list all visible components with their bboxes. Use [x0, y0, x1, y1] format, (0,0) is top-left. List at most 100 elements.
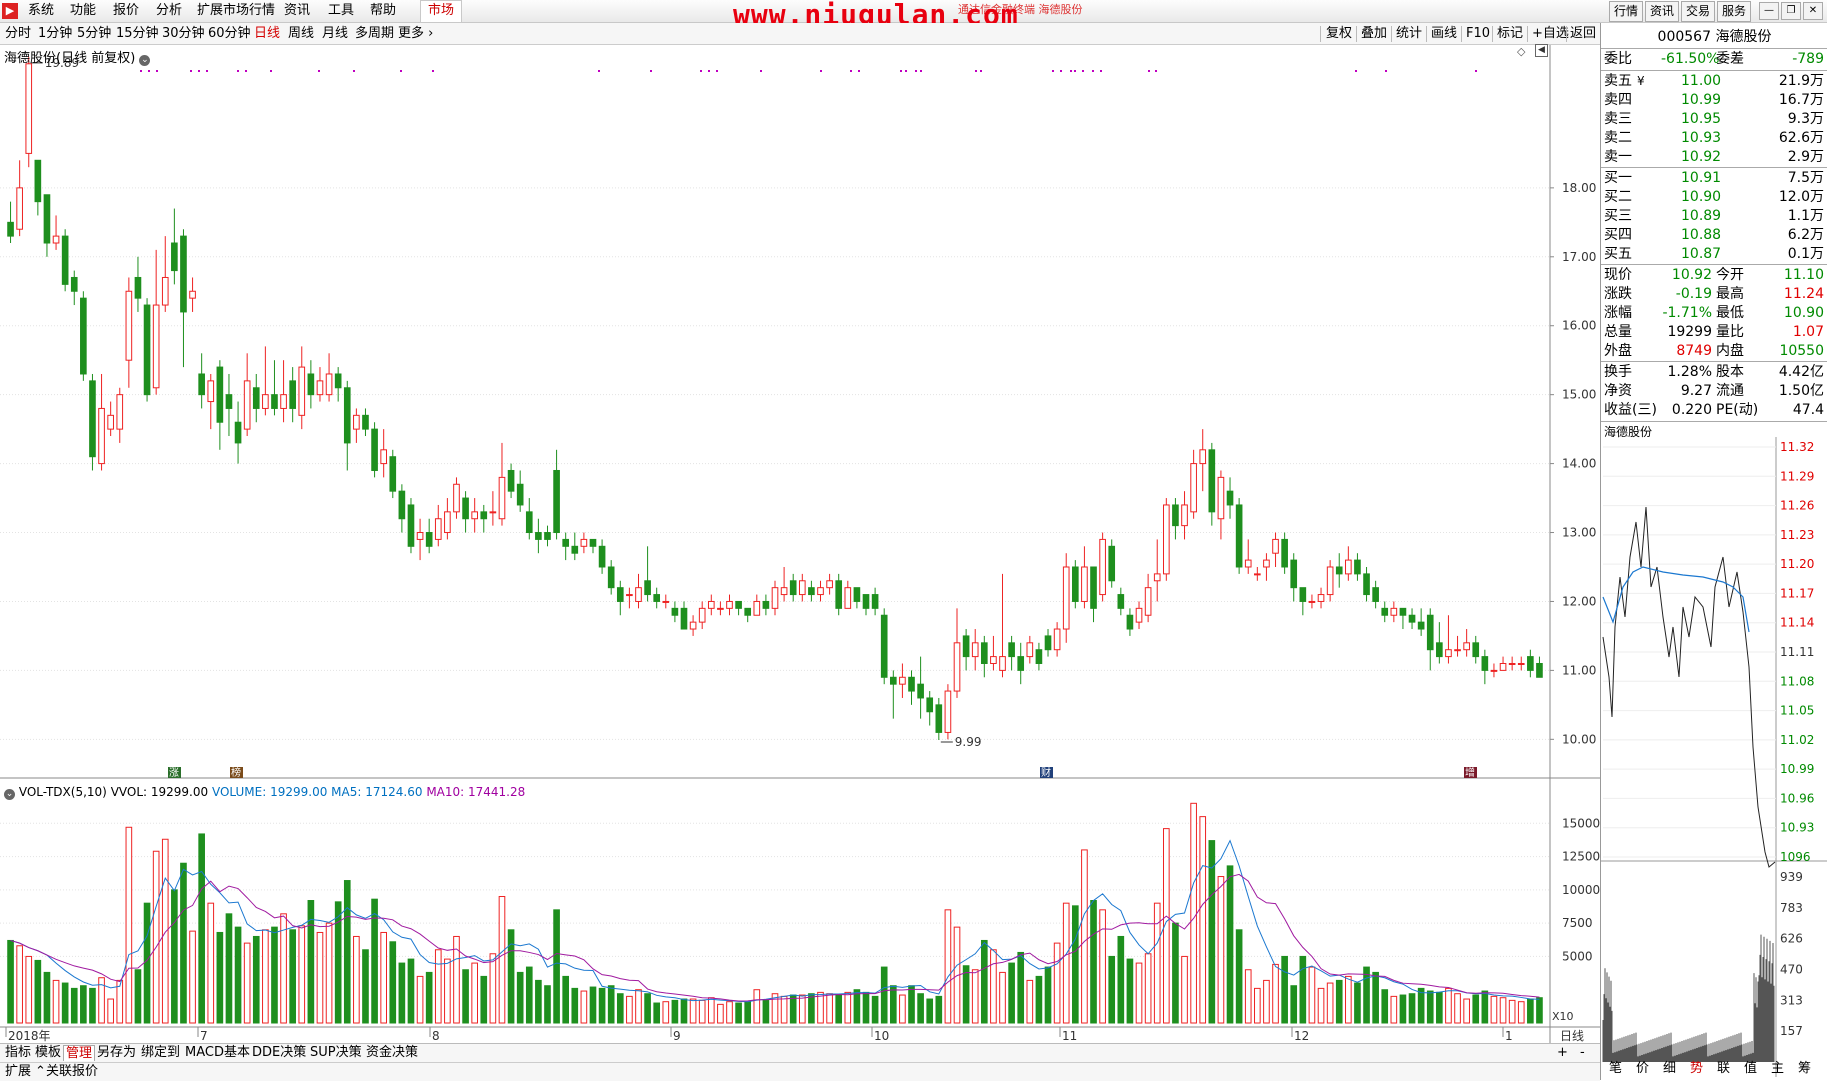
- volume-bar[interactable]: [735, 1002, 742, 1024]
- volume-bar[interactable]: [1317, 987, 1325, 1024]
- volume-bar[interactable]: [1354, 982, 1361, 1024]
- volume-bar[interactable]: [1244, 969, 1252, 1024]
- candle[interactable]: [316, 380, 324, 396]
- ask-row[interactable]: 卖二 10.93 62.6万: [1601, 129, 1827, 148]
- tool-stats[interactable]: 统计: [1396, 26, 1422, 41]
- volume-bar[interactable]: [434, 949, 442, 1024]
- volume-bar[interactable]: [61, 982, 69, 1024]
- candle[interactable]: [862, 594, 870, 609]
- volume-bar[interactable]: [198, 833, 205, 1024]
- volume-bar[interactable]: [753, 989, 761, 1024]
- candle[interactable]: [425, 532, 433, 547]
- volume-bar[interactable]: [1035, 975, 1043, 1024]
- volume-bar[interactable]: [1044, 966, 1052, 1024]
- volume-bar[interactable]: [680, 998, 688, 1024]
- volume-bar[interactable]: [389, 941, 397, 1024]
- vol-indicator-name[interactable]: VOL-TDX(5,10): [19, 785, 107, 799]
- candle[interactable]: [152, 304, 160, 389]
- candle[interactable]: [899, 676, 906, 685]
- panel-button[interactable]: 联: [1717, 1061, 1730, 1077]
- volume-bar[interactable]: [589, 986, 597, 1024]
- candle[interactable]: [262, 394, 269, 409]
- period-weekly[interactable]: 周线: [288, 26, 314, 41]
- candle[interactable]: [234, 421, 242, 444]
- candle[interactable]: [999, 656, 1006, 671]
- candle[interactable]: [1363, 573, 1370, 596]
- volume-bar[interactable]: [789, 994, 797, 1024]
- candle[interactable]: [808, 587, 815, 596]
- volume-bar[interactable]: [835, 994, 843, 1024]
- menu-extended-market[interactable]: 扩展市场行情: [197, 3, 275, 19]
- volume-bar[interactable]: [726, 1001, 733, 1024]
- volume-bar[interactable]: [535, 979, 542, 1024]
- tab-fund[interactable]: 资金决策: [364, 1045, 420, 1060]
- volume-bar[interactable]: [1299, 955, 1307, 1024]
- volume-bar[interactable]: [307, 900, 315, 1024]
- volume-bar[interactable]: [1290, 985, 1298, 1024]
- period-30min[interactable]: 30分钟: [162, 26, 205, 41]
- volume-bar[interactable]: [1117, 935, 1125, 1024]
- candle[interactable]: [353, 414, 360, 430]
- candle[interactable]: [1536, 662, 1543, 678]
- volume-bar[interactable]: [762, 999, 770, 1024]
- volume-bar[interactable]: [1017, 951, 1025, 1024]
- volume-bar[interactable]: [1199, 816, 1207, 1024]
- volume-bar[interactable]: [1436, 991, 1443, 1024]
- candle[interactable]: [1390, 607, 1398, 616]
- volume-bar[interactable]: [416, 975, 424, 1024]
- volume-bar[interactable]: [1381, 989, 1389, 1024]
- volume-bar[interactable]: [1099, 909, 1106, 1024]
- candle[interactable]: [962, 635, 970, 658]
- volume-bar[interactable]: [1363, 966, 1370, 1024]
- tool-add-watchlist[interactable]: +自选: [1532, 26, 1569, 41]
- menu-analysis[interactable]: 分析: [156, 3, 182, 19]
- volume-bar[interactable]: [125, 826, 133, 1024]
- candle[interactable]: [1254, 573, 1261, 576]
- volume-bar[interactable]: [225, 913, 233, 1024]
- volume-bar[interactable]: [25, 955, 33, 1024]
- candle[interactable]: [1108, 545, 1116, 582]
- menu-function[interactable]: 功能: [70, 3, 96, 19]
- volume-bar[interactable]: [16, 945, 23, 1024]
- candle[interactable]: [143, 304, 151, 396]
- volume-bar[interactable]: [89, 987, 96, 1024]
- volume-bar[interactable]: [853, 989, 861, 1024]
- volume-bar[interactable]: [544, 985, 551, 1024]
- volume-bar[interactable]: [626, 995, 633, 1024]
- candle[interactable]: [780, 587, 788, 596]
- volume-bar[interactable]: [234, 926, 242, 1024]
- tab-related-quote[interactable]: 关联报价: [44, 1064, 100, 1079]
- candle[interactable]: [1099, 538, 1106, 596]
- candle[interactable]: [1317, 594, 1325, 602]
- candle[interactable]: [25, 63, 33, 154]
- menu-help[interactable]: 帮助: [370, 3, 396, 19]
- candle[interactable]: [1499, 662, 1507, 671]
- candle[interactable]: [762, 600, 770, 609]
- bid-row[interactable]: 买四 10.88 6.2万: [1601, 226, 1827, 245]
- candle[interactable]: [598, 545, 606, 568]
- candle[interactable]: [289, 380, 296, 409]
- volume-bar[interactable]: [571, 987, 579, 1024]
- candle[interactable]: [1454, 649, 1461, 652]
- candle[interactable]: [107, 414, 114, 430]
- diamond-icon[interactable]: ◇: [1517, 45, 1525, 58]
- volume-bar[interactable]: [316, 931, 324, 1024]
- volume-bar[interactable]: [935, 995, 943, 1024]
- top-button-quote[interactable]: 行情: [1609, 1, 1643, 22]
- candle[interactable]: [1090, 566, 1097, 609]
- candle[interactable]: [544, 532, 551, 540]
- volume-bar[interactable]: [1126, 958, 1134, 1024]
- tab-sup[interactable]: SUP决策: [308, 1045, 364, 1060]
- candle[interactable]: [1217, 476, 1225, 520]
- candle[interactable]: [453, 483, 460, 513]
- candle[interactable]: [189, 290, 196, 299]
- volume-bar[interactable]: [662, 1001, 670, 1024]
- volume-bar[interactable]: [289, 929, 296, 1024]
- volume-bar[interactable]: [844, 991, 852, 1024]
- volume-bar[interactable]: [1490, 995, 1498, 1024]
- volume-bar[interactable]: [180, 862, 187, 1024]
- candle[interactable]: [571, 545, 579, 554]
- candle[interactable]: [917, 683, 924, 699]
- ask-row[interactable]: 卖五 ¥11.00 21.9万: [1601, 72, 1827, 91]
- candle[interactable]: [1372, 587, 1379, 602]
